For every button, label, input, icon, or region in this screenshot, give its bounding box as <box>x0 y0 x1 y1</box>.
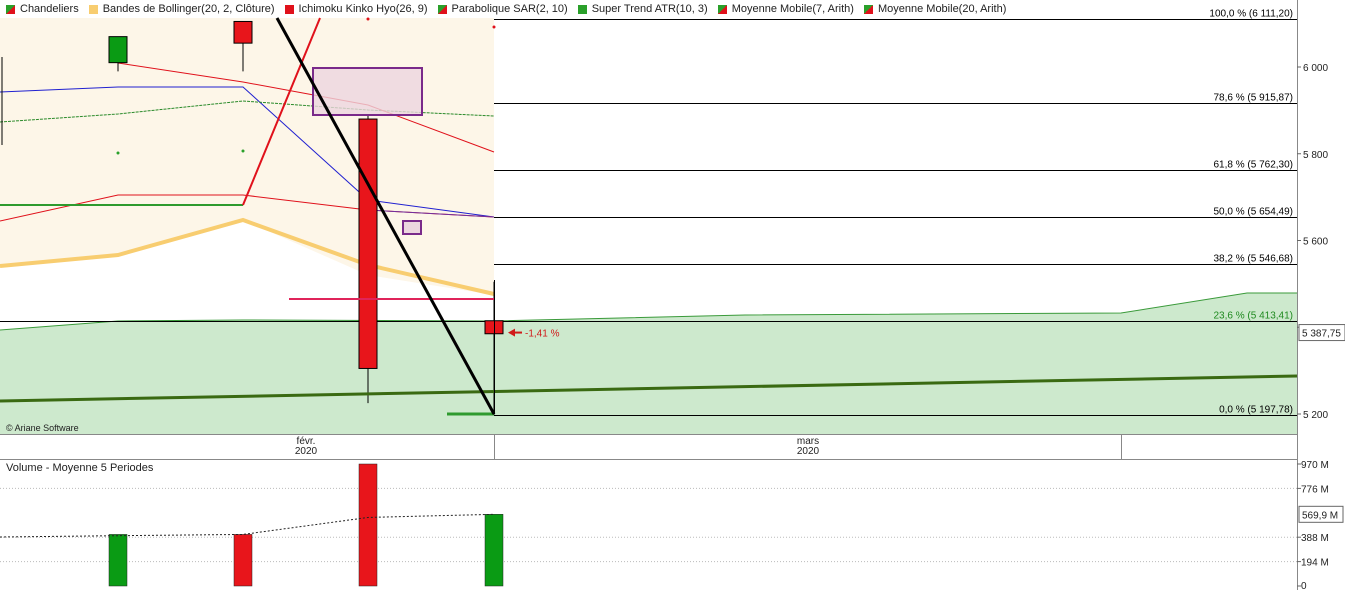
legend-label: Super Trend ATR(10, 3) <box>591 3 708 15</box>
volume-bar <box>233 534 253 587</box>
legend-label: Moyenne Mobile(20, Arith) <box>877 3 1007 15</box>
volume-axis-tick-label: 970 M <box>1301 460 1329 471</box>
y-axis-tick-label: 6 000 <box>1303 63 1328 74</box>
legend-item[interactable]: Chandeliers <box>6 3 79 15</box>
y-axis-tick-label: 5 600 <box>1303 237 1328 248</box>
fibonacci-label: 78,6 % (5 915,87) <box>1214 93 1294 104</box>
legend-label: Chandeliers <box>20 3 79 15</box>
legend-item[interactable]: Ichimoku Kinko Hyo(26, 9) <box>284 3 428 15</box>
legend-item[interactable]: Bandes de Bollinger(20, 2, Clôture) <box>88 3 275 15</box>
legend-item[interactable]: Moyenne Mobile(7, Arith) <box>717 3 854 15</box>
volume-bar <box>358 463 378 587</box>
legend-item[interactable]: Moyenne Mobile(20, Arith) <box>863 3 1007 15</box>
fibonacci-label: 23,6 % (5 413,41) <box>1214 311 1294 322</box>
legend-swatch <box>577 4 587 14</box>
candle-body <box>358 118 378 369</box>
credit-label: © Ariane Software <box>6 423 79 433</box>
volume-axis-tick-label: 194 M <box>1301 558 1329 569</box>
legend-label: Parabolique SAR(2, 10) <box>451 3 568 15</box>
fibonacci-label: 38,2 % (5 546,68) <box>1214 254 1294 265</box>
volume-average-line <box>0 513 495 538</box>
volume-last-label: 569,9 M <box>1302 510 1338 521</box>
y-axis-tick-label: 5 200 <box>1303 410 1328 421</box>
candle-body <box>233 20 253 44</box>
indicator-legend: Chandeliers Bandes de Bollinger(20, 2, Cl… <box>0 0 1010 18</box>
annotation-rectangle <box>402 220 422 235</box>
legend-swatch <box>863 4 873 14</box>
volume-bar <box>108 534 128 587</box>
fibonacci-label: 61,8 % (5 762,30) <box>1214 160 1294 171</box>
legend-item[interactable]: Parabolique SAR(2, 10) <box>437 3 568 15</box>
y-axis-area <box>1297 0 1345 590</box>
volume-axis-tick-label: 0 <box>1301 581 1307 590</box>
fibonacci-label: 50,0 % (5 654,49) <box>1214 207 1294 218</box>
legend-label: Bandes de Bollinger(20, 2, Clôture) <box>102 3 275 15</box>
last-price-label: 5 387,75 <box>1302 329 1341 340</box>
y-axis-tick-label: 5 800 <box>1303 150 1328 161</box>
x-axis-year: 2020 <box>294 446 318 457</box>
parabolic-sar-dot <box>116 151 120 155</box>
x-axis-area <box>0 434 1297 460</box>
legend-swatch <box>88 4 98 14</box>
annotation-rectangle <box>312 67 423 116</box>
legend-swatch <box>6 4 15 14</box>
legend-label: Ichimoku Kinko Hyo(26, 9) <box>298 3 428 15</box>
volume-axis-tick-label: 776 M <box>1301 484 1329 495</box>
x-axis-label-mar: mars 2020 <box>778 437 838 457</box>
legend-swatch <box>717 4 727 14</box>
x-axis-label-feb: févr. 2020 <box>276 437 336 457</box>
legend-swatch <box>437 4 447 14</box>
volume-legend: Volume - Moyenne 5 Periodes <box>6 462 154 474</box>
stock-chart: 100,0 % (6 111,20) 78,6 % (5 915,87) 61,8 … <box>0 0 1345 590</box>
fibonacci-label: 100,0 % (6 111,20) <box>1209 9 1293 20</box>
price-change-label: -1,41 % <box>525 329 560 340</box>
candle-body <box>108 36 128 64</box>
volume-axis-tick-label: 388 M <box>1301 533 1329 544</box>
x-axis-year: 2020 <box>796 446 820 457</box>
parabolic-sar-dot <box>492 25 496 29</box>
volume-bar <box>484 514 504 587</box>
legend-label: Moyenne Mobile(7, Arith) <box>731 3 854 15</box>
fibonacci-label: 0,0 % (5 197,78) <box>1219 405 1293 416</box>
legend-swatch <box>284 4 294 14</box>
parabolic-sar-dot <box>241 149 245 153</box>
legend-item[interactable]: Super Trend ATR(10, 3) <box>577 3 708 15</box>
